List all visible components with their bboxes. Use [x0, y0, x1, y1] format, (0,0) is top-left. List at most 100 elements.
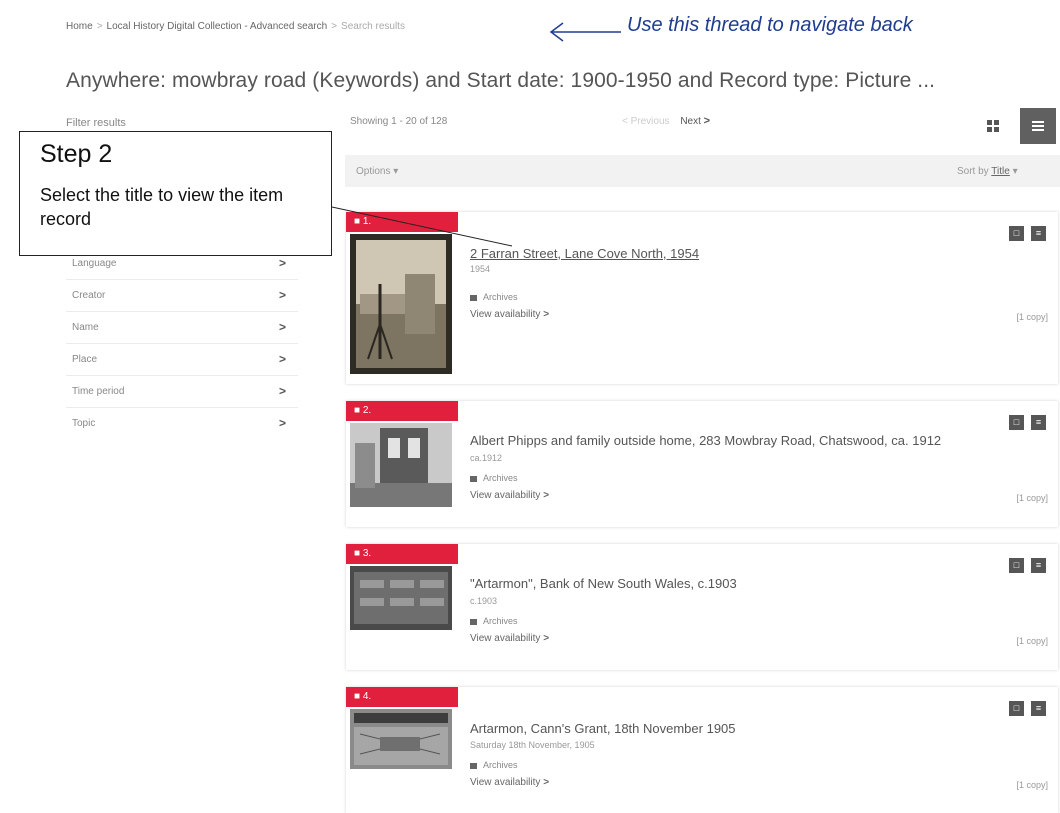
archive-icon	[470, 618, 477, 625]
result-format-label: Archives	[483, 292, 518, 302]
list-icon	[1032, 121, 1044, 131]
chevron-right-icon: >	[703, 115, 711, 127]
copy-count: [1 copy]	[1016, 312, 1048, 322]
result-thumbnail[interactable]	[350, 423, 452, 507]
step-title: Step 2	[40, 140, 113, 168]
facet-label: Topic	[72, 418, 96, 429]
archive-icon	[470, 294, 477, 301]
result-badge: ■ 3.	[346, 544, 458, 564]
result-format: Archives	[470, 292, 518, 302]
result-format: Archives	[470, 473, 518, 483]
filter-header: Filter results	[66, 117, 126, 129]
result-index: 2.	[362, 405, 372, 416]
previous-link[interactable]: Previous	[631, 116, 670, 127]
photo-thumbnail	[350, 709, 452, 769]
chevron-right-icon: >	[278, 320, 286, 334]
breadcrumb-separator: >	[96, 21, 103, 32]
view-availability-link[interactable]: View availability >	[470, 490, 549, 501]
facet-label: Name	[72, 322, 99, 333]
archive-icon	[470, 762, 477, 769]
bookmark-icon: □	[1013, 703, 1020, 713]
result-badge: ■ 1.	[346, 212, 458, 232]
chevron-right-icon: >	[543, 777, 550, 788]
facet-label: Creator	[72, 290, 106, 301]
view-availability-link[interactable]: View availability >	[470, 309, 549, 320]
chevron-right-icon: >	[278, 416, 286, 430]
details-button[interactable]: ≡	[1031, 226, 1046, 241]
next-label: Next	[680, 116, 701, 127]
next-link[interactable]: Next >	[680, 115, 711, 127]
breadcrumb-home[interactable]: Home	[66, 21, 93, 32]
grid-view-button[interactable]	[978, 108, 1008, 144]
result-thumbnail[interactable]	[350, 709, 452, 769]
bookmark-button[interactable]: □	[1009, 701, 1024, 716]
facet-label: Time period	[72, 386, 125, 397]
result-badge: ■ 4.	[346, 687, 458, 707]
result-format-label: Archives	[483, 473, 518, 483]
result-thumbnail[interactable]	[350, 566, 452, 630]
facet-topic[interactable]: Topic >	[66, 408, 298, 439]
result-date: Saturday 18th November, 1905	[470, 740, 595, 750]
result-title-link[interactable]: Albert Phipps and family outside home, 2…	[470, 433, 941, 448]
bookmark-button[interactable]: □	[1009, 226, 1024, 241]
photo-thumbnail	[350, 423, 452, 507]
caret-down-icon: ▾	[393, 166, 399, 177]
view-availability-link[interactable]: View availability >	[470, 777, 549, 788]
sort-dropdown[interactable]: Sort by Title ▾	[957, 166, 1018, 177]
breadcrumb: Home > Local History Digital Collection - …	[66, 21, 405, 32]
chevron-right-icon: >	[543, 490, 550, 501]
result-title-link[interactable]: "Artarmon", Bank of New South Wales, c.1…	[470, 576, 737, 591]
copy-count: [1 copy]	[1016, 493, 1048, 503]
facet-name[interactable]: Name >	[66, 312, 298, 344]
grid-icon	[987, 120, 999, 132]
bookmark-icon: □	[1013, 560, 1020, 570]
bookmark-button[interactable]: □	[1009, 415, 1024, 430]
result-count: Showing 1 - 20 of 128	[350, 116, 448, 127]
caret-down-icon: ▾	[1012, 166, 1018, 177]
result-card: ■ 2. Albert Phipps and family outside ho…	[346, 401, 1058, 527]
list-view-button[interactable]	[1020, 108, 1056, 144]
sort-prefix: Sort by	[957, 166, 989, 177]
result-format-label: Archives	[483, 760, 518, 770]
availability-label: View availability	[470, 777, 541, 788]
facet-time-period[interactable]: Time period >	[66, 376, 298, 408]
facet-place[interactable]: Place >	[66, 344, 298, 376]
chevron-left-icon: <	[622, 116, 628, 127]
details-button[interactable]: ≡	[1031, 415, 1046, 430]
result-card: ■ 1. 2 Farran Street, Lane Cove North, 1…	[346, 212, 1058, 384]
details-button[interactable]: ≡	[1031, 558, 1046, 573]
result-thumbnail[interactable]	[350, 234, 452, 374]
result-title-link[interactable]: 2 Farran Street, Lane Cove North, 1954	[470, 246, 699, 261]
result-card: ■ 3. "Artarmon", Bank of New South Wales…	[346, 544, 1058, 670]
result-card: ■ 4. Artarmon, Cann's Grant, 18th Novemb…	[346, 687, 1058, 813]
availability-label: View availability	[470, 490, 541, 501]
result-index: 3.	[362, 548, 372, 559]
result-title-link[interactable]: Artarmon, Cann's Grant, 18th November 19…	[470, 721, 736, 736]
list-icon: ≡	[1035, 228, 1042, 238]
list-icon: ≡	[1035, 703, 1042, 713]
archive-icon	[470, 475, 477, 482]
bookmark-icon: □	[1013, 417, 1020, 427]
availability-label: View availability	[470, 309, 541, 320]
result-format: Archives	[470, 760, 518, 770]
bookmark-button[interactable]: □	[1009, 558, 1024, 573]
view-availability-link[interactable]: View availability >	[470, 633, 549, 644]
facet-list: Language > Creator > Name > Place > Time per…	[66, 248, 298, 439]
photo-thumbnail	[350, 566, 452, 630]
facet-creator[interactable]: Creator >	[66, 280, 298, 312]
availability-label: View availability	[470, 633, 541, 644]
list-icon: ≡	[1035, 560, 1042, 570]
details-button[interactable]: ≡	[1031, 701, 1046, 716]
annotation-breadcrumb-note: Use this thread to navigate back	[627, 14, 913, 36]
options-dropdown[interactable]: Options ▾	[356, 166, 398, 177]
chevron-right-icon: >	[543, 309, 550, 320]
chevron-right-icon: >	[278, 352, 286, 366]
result-date: c.1903	[470, 596, 498, 606]
chevron-right-icon: >	[278, 384, 286, 398]
options-label: Options	[356, 166, 391, 177]
pagination: < Previous Next >	[622, 115, 710, 127]
copy-count: [1 copy]	[1016, 780, 1048, 790]
result-date: ca.1912	[470, 453, 503, 463]
result-index: 4.	[362, 691, 372, 702]
breadcrumb-collection[interactable]: Local History Digital Collection - Advan…	[107, 21, 328, 32]
